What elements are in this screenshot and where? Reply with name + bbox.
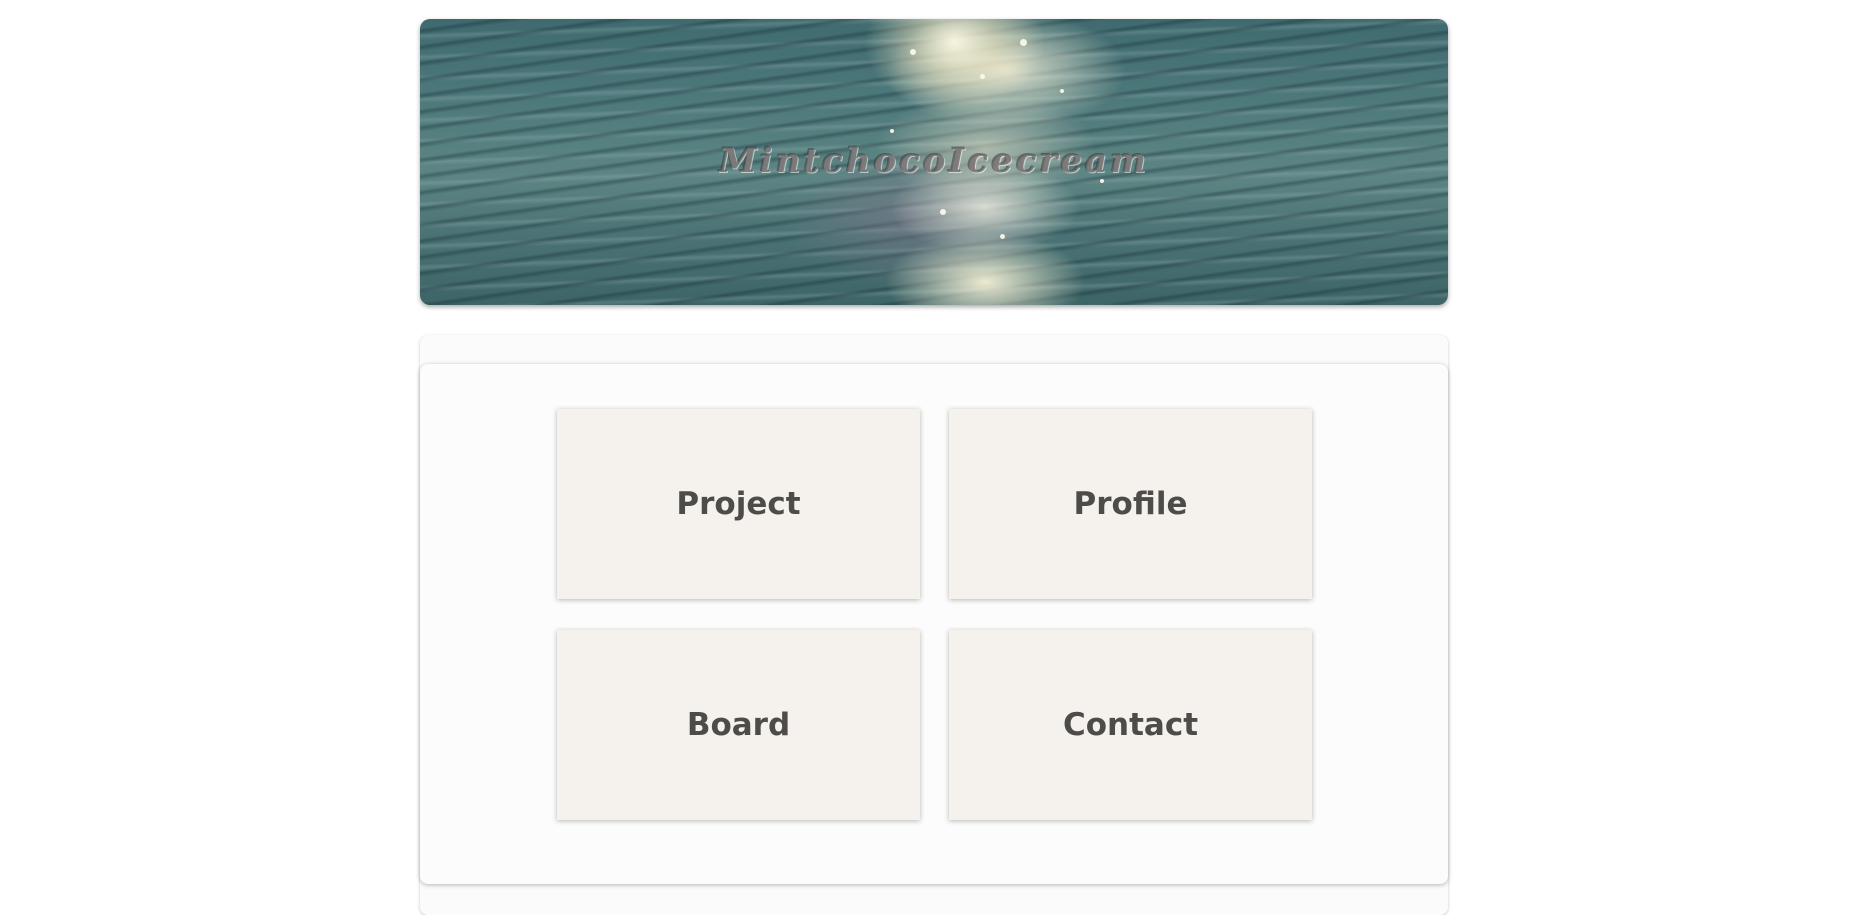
sunlight-sparkle — [1000, 234, 1005, 239]
sunlight-sparkle — [980, 74, 985, 79]
menu-grid: Project Profile Board Contact — [557, 409, 1312, 820]
menu-tile-board[interactable]: Board — [557, 630, 920, 820]
sunlight-sparkle — [1060, 89, 1064, 93]
sunlight-sparkle — [1020, 39, 1027, 46]
menu-tile-profile[interactable]: Profile — [949, 409, 1312, 599]
sunlight-sparkle — [890, 129, 894, 133]
menu-tile-label: Profile — [1073, 486, 1188, 522]
menu-tile-label: Contact — [1062, 707, 1199, 743]
header-banner: MintchocoIcecream — [420, 19, 1448, 305]
menu-tile-contact[interactable]: Contact — [949, 630, 1312, 820]
menu-tile-label: Project — [676, 486, 801, 522]
site-title: MintchocoIcecream — [719, 141, 1149, 181]
page-wrapper: MintchocoIcecream Project Profile Board … — [420, 19, 1448, 915]
sunlight-sparkle — [910, 49, 916, 55]
menu-tile-label: Board — [686, 707, 791, 743]
sunlight-sparkle — [940, 209, 946, 215]
main-menu-panel: Project Profile Board Contact — [420, 364, 1448, 884]
menu-tile-project[interactable]: Project — [557, 409, 920, 599]
